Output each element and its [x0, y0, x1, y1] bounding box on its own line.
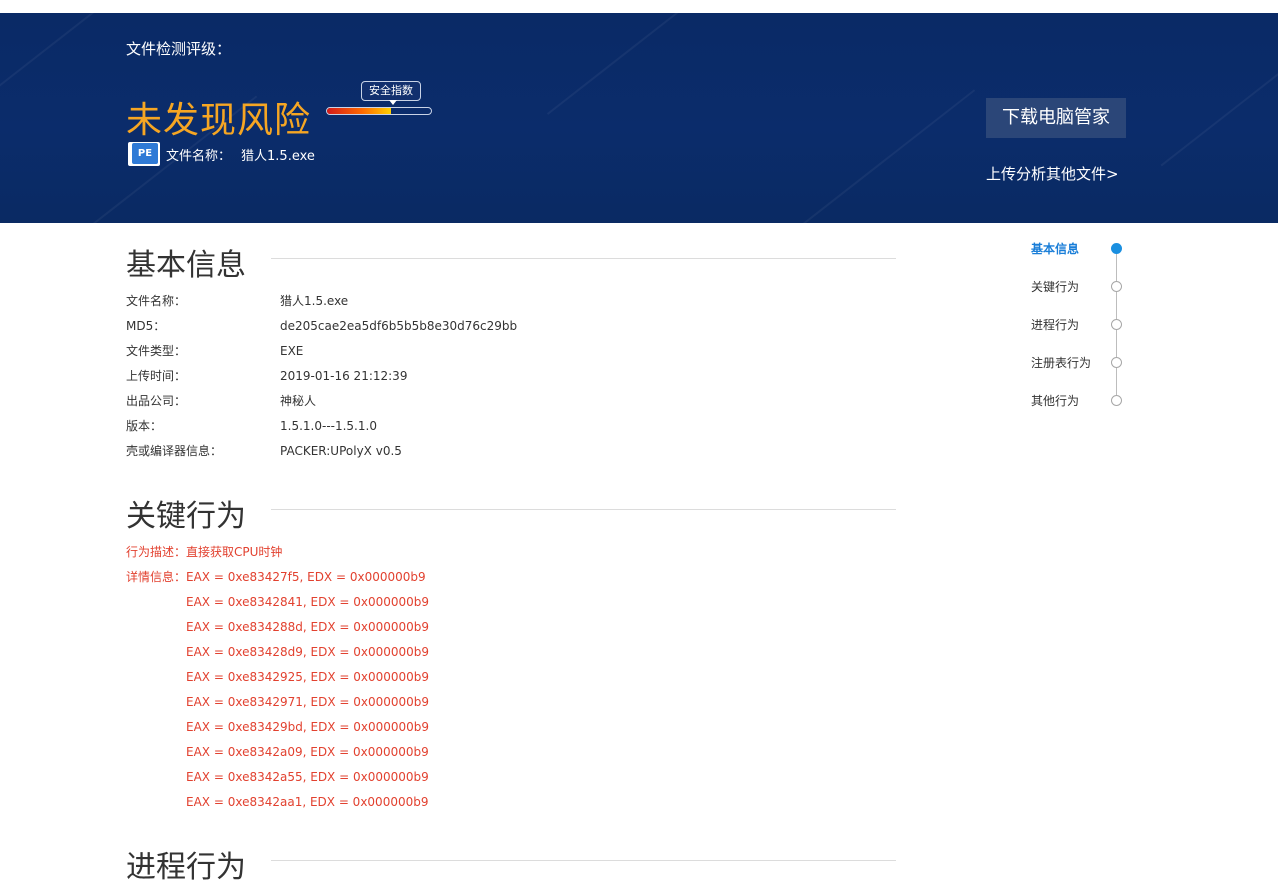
- info-key: 版本：: [126, 419, 163, 433]
- info-key: MD5：: [126, 319, 166, 333]
- info-value: 神秘人: [280, 394, 317, 408]
- behavior-detail-line: EAX = 0xe8342971, EDX = 0x000000b9: [186, 695, 430, 709]
- behavior-detail-line: EAX = 0xe8342841, EDX = 0x000000b9: [186, 595, 430, 609]
- side-nav-dot-registry-behavior[interactable]: [1111, 357, 1122, 368]
- top-strip: [0, 0, 1278, 13]
- info-value: 2019-01-16 21:12:39: [280, 369, 408, 383]
- side-nav-item-other-behavior[interactable]: 其他行为: [1031, 392, 1079, 409]
- file-name-label: 文件名称：: [166, 149, 232, 164]
- behavior-detail-line: EAX = 0xe83427f5, EDX = 0x000000b9: [186, 570, 426, 584]
- info-key: 出品公司：: [126, 394, 187, 408]
- behavior-detail-line: EAX = 0xe83428d9, EDX = 0x000000b9: [186, 645, 430, 659]
- basic-info-divider: [271, 258, 896, 259]
- side-nav-item-process-behavior[interactable]: 进程行为: [1031, 316, 1079, 333]
- safety-index-bar: [326, 107, 432, 115]
- behavior-detail-line: EAX = 0xe834288d, EDX = 0x000000b9: [186, 620, 430, 634]
- behavior-description: 行为描述：直接获取CPU时钟: [126, 542, 282, 562]
- behavior-detail-line: EAX = 0xe8342a55, EDX = 0x000000b9: [186, 770, 429, 784]
- behavior-description-value: 直接获取CPU时钟: [186, 545, 283, 559]
- pe-file-icon-label: PE: [132, 143, 158, 164]
- info-value: 猎人1.5.exe: [280, 294, 349, 308]
- behavior-description-label: 行为描述：: [126, 545, 187, 559]
- side-nav-item-basic-info[interactable]: 基本信息: [1031, 240, 1079, 257]
- key-behavior-title: 关键行为: [126, 499, 246, 534]
- side-nav-dot-process-behavior[interactable]: [1111, 319, 1122, 330]
- side-nav-item-key-behavior[interactable]: 关键行为: [1031, 278, 1079, 295]
- behavior-detail-label: 详情信息：: [126, 570, 187, 584]
- info-value: de205cae2ea5df6b5b5b8e30d76c29bb: [280, 319, 518, 333]
- pe-file-icon: PE: [128, 142, 160, 166]
- safety-index-fill: [327, 108, 392, 114]
- result-banner: 文件检测评级： 未发现风险 安全指数 PE 文件名称： 猎人1.5.exe 下载电…: [0, 13, 1278, 223]
- process-behavior-title: 进程行为: [126, 850, 246, 883]
- side-nav-item-registry-behavior[interactable]: 注册表行为: [1031, 354, 1091, 371]
- download-pc-manager-button[interactable]: 下载电脑管家: [986, 98, 1126, 138]
- info-key: 文件类型：: [126, 344, 187, 358]
- upload-other-file-link[interactable]: 上传分析其他文件>: [986, 163, 1119, 184]
- info-key: 文件名称：: [126, 294, 187, 308]
- side-nav-dot-basic-info[interactable]: [1111, 243, 1122, 254]
- behavior-detail-line: EAX = 0xe83429bd, EDX = 0x000000b9: [186, 720, 430, 734]
- side-nav-dot-key-behavior[interactable]: [1111, 281, 1122, 292]
- basic-info-title: 基本信息: [126, 248, 246, 283]
- risk-result-title: 未发现风险: [126, 100, 312, 141]
- process-behavior-divider: [271, 860, 896, 861]
- info-key: 上传时间：: [126, 369, 187, 383]
- safety-index-tag: 安全指数: [361, 81, 421, 105]
- info-value: EXE: [280, 344, 304, 358]
- behavior-detail-line: EAX = 0xe8342aa1, EDX = 0x000000b9: [186, 795, 429, 809]
- side-nav-dot-other-behavior[interactable]: [1111, 395, 1122, 406]
- behavior-detail-line: EAX = 0xe8342a09, EDX = 0x000000b9: [186, 745, 429, 759]
- info-value: PACKER:UPolyX v0.5: [280, 444, 402, 458]
- rating-label: 文件检测评级：: [126, 40, 232, 58]
- key-behavior-divider: [271, 509, 896, 510]
- info-value: 1.5.1.0---1.5.1.0: [280, 419, 377, 433]
- file-name-line: 文件名称： 猎人1.5.exe: [166, 145, 315, 164]
- file-name-value: 猎人1.5.exe: [241, 149, 315, 164]
- info-key: 壳或编译器信息：: [126, 444, 223, 458]
- behavior-detail-line: EAX = 0xe8342925, EDX = 0x000000b9: [186, 670, 430, 684]
